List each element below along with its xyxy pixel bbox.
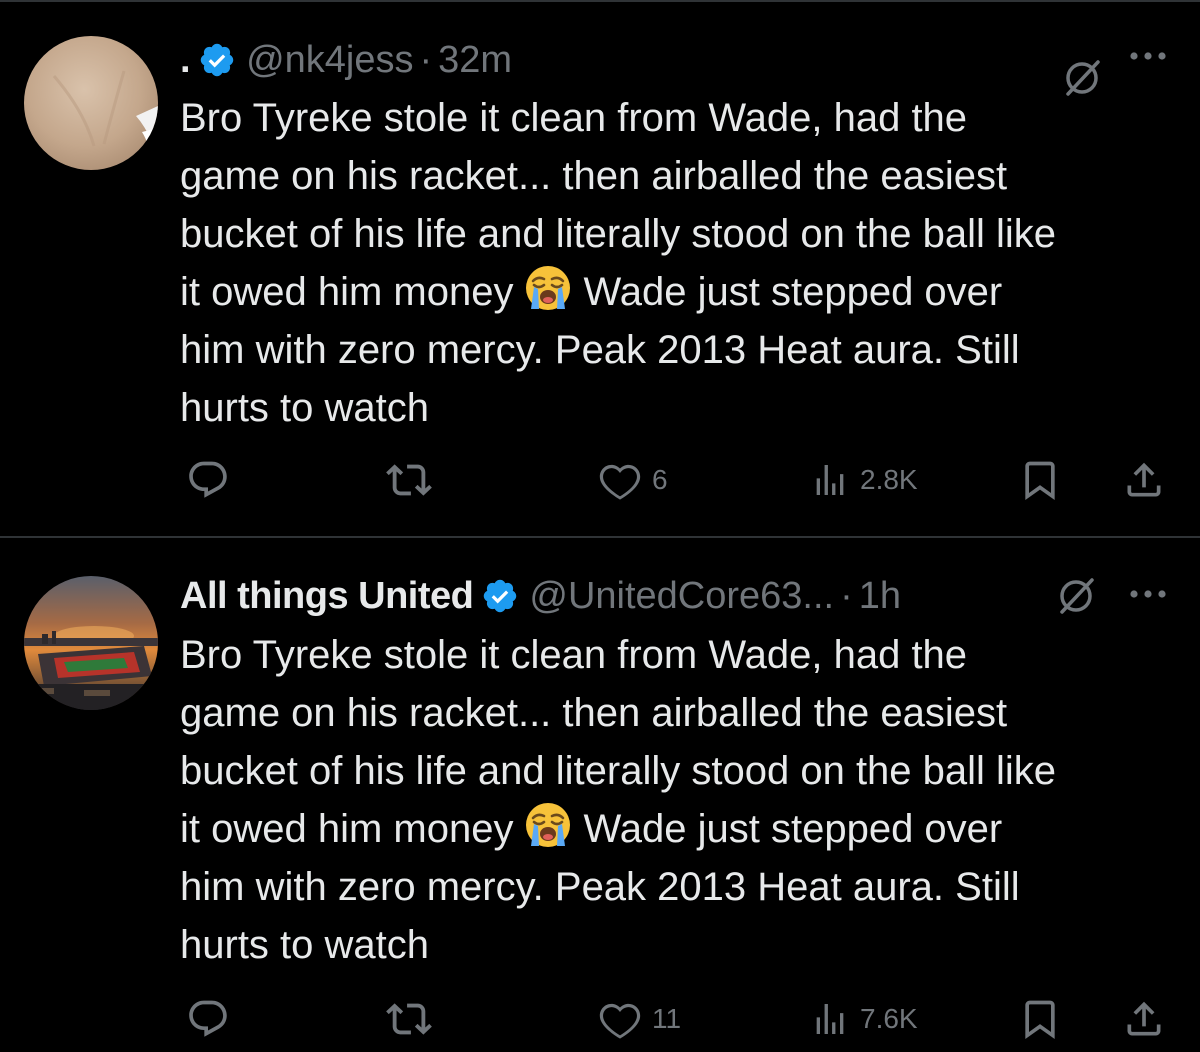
retweet-button[interactable] [386,994,442,1044]
tweet-text-line: Bro Tyreke stole it clean from Wade, had… [180,633,968,677]
like-icon [599,1003,641,1039]
share-button[interactable] [1122,994,1166,1044]
share-button[interactable] [1122,455,1166,505]
tweet-header: All things United @UnitedCore63... · 1h [180,571,901,621]
tweet-text-line: bucket of his life and literally stood o… [180,749,1057,793]
bookmark-button[interactable] [1018,994,1062,1044]
timestamp[interactable]: 32m [438,35,512,85]
like-count: 11 [652,1003,682,1034]
tweet-text-line: Bro Tyreke stole it clean from Wade, had… [180,96,968,140]
more-icon[interactable] [1128,588,1168,600]
retweet-icon [386,1003,432,1035]
more-icon[interactable] [1128,50,1168,62]
verified-badge-icon [200,43,234,77]
tweet-text-line: hurts to watch [180,386,430,430]
tweet-text-segment: Wade just stepped over [583,270,1003,314]
tweet-text: Bro Tyreke stole it clean from Wade, had… [180,89,1180,437]
views-button[interactable]: 2.8K [810,455,918,505]
bookmark-icon [1025,461,1055,501]
bookmark-button[interactable] [1018,455,1062,505]
display-name[interactable]: . [180,35,191,85]
loudly-crying-face-emoji-icon [526,266,571,310]
reply-icon [189,461,227,498]
like-count: 6 [652,464,668,495]
like-button[interactable]: 6 [598,455,668,505]
share-icon [1127,462,1161,497]
views-count: 2.8K [860,464,918,495]
user-handle[interactable]: @nk4jess [246,35,413,85]
tweet-actions: 6 2.8K [180,455,1180,505]
reply-button[interactable] [186,994,240,1044]
tweet-text-segment: it owed him money [180,807,514,851]
views-button[interactable]: 7.6K [810,994,918,1044]
tweet-text: Bro Tyreke stole it clean from Wade, had… [180,626,1180,974]
tweet[interactable]: All things United @UnitedCore63... · 1h … [0,538,1200,1052]
tweet-text-line: it owed him money Wade just stepped over [180,800,1180,858]
avatar[interactable] [24,36,158,170]
separator-dot: · [840,575,853,617]
reply-icon [189,1000,227,1037]
tweet-text-line: him with zero mercy. Peak 2013 Heat aura… [180,865,1020,909]
tweet-text-line: him with zero mercy. Peak 2013 Heat aura… [180,328,1020,372]
separator-dot: · [419,39,433,81]
tweet[interactable]: . @nk4jess · 32m Bro Tyreke stole it cle… [0,0,1200,536]
tweet-text-line: game on his racket... then airballed the… [180,154,1008,198]
tweet-header: . @nk4jess · 32m [180,35,512,85]
tweet-text-segment: it owed him money [180,270,514,314]
like-button[interactable]: 11 [598,994,681,1044]
views-count: 7.6K [860,1003,918,1034]
grok-icon[interactable] [1054,574,1098,618]
timestamp[interactable]: 1h [859,571,901,621]
views-icon [816,465,844,495]
tweet-text-segment: Wade just stepped over [583,807,1003,851]
display-name[interactable]: All things United [180,571,474,621]
bookmark-icon [1025,1000,1055,1040]
share-icon [1127,1001,1161,1036]
reply-button[interactable] [186,455,240,505]
user-handle[interactable]: @UnitedCore63... [529,571,834,621]
retweet-button[interactable] [386,455,442,505]
like-icon [599,464,641,500]
avatar[interactable] [24,576,158,710]
loudly-crying-face-emoji-icon [526,803,571,847]
tweet-actions: 11 7.6K [180,994,1180,1044]
tweet-text-line: bucket of his life and literally stood o… [180,212,1057,256]
tweet-text-line: game on his racket... then airballed the… [180,691,1008,735]
tweet-text-line: hurts to watch [180,923,430,967]
verified-badge-icon [484,579,517,613]
views-icon [816,1004,844,1034]
tweet-text-line: it owed him money Wade just stepped over [180,263,1180,321]
retweet-icon [386,464,432,496]
